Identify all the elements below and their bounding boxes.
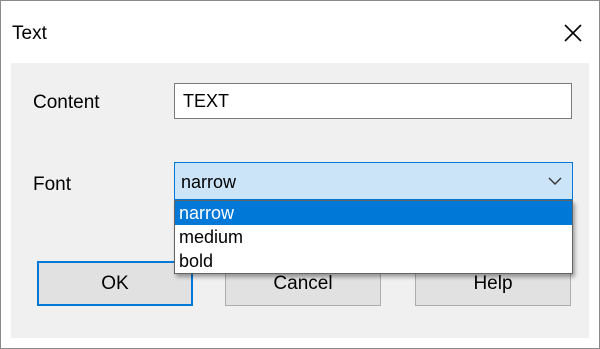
font-option-medium[interactable]: medium — [175, 225, 572, 249]
font-selected-value: narrow — [181, 172, 237, 192]
content-input[interactable] — [174, 83, 572, 119]
font-label: Font — [33, 174, 72, 195]
dialog-window: Text Content Font narrow narrow medium b… — [0, 0, 600, 349]
font-combobox[interactable]: narrow — [174, 162, 573, 200]
font-dropdown-list: narrow medium bold — [174, 200, 573, 274]
ok-button[interactable]: OK — [37, 261, 193, 306]
title-bar: Text — [1, 1, 599, 63]
close-button[interactable] — [553, 13, 593, 53]
close-icon — [564, 24, 582, 42]
chevron-down-icon — [548, 177, 562, 185]
content-label: Content — [33, 92, 100, 113]
dialog-body: Content Font narrow narrow medium bold O… — [11, 63, 589, 338]
font-option-narrow[interactable]: narrow — [175, 201, 572, 225]
window-title: Text — [12, 23, 47, 44]
font-option-bold[interactable]: bold — [175, 249, 572, 273]
